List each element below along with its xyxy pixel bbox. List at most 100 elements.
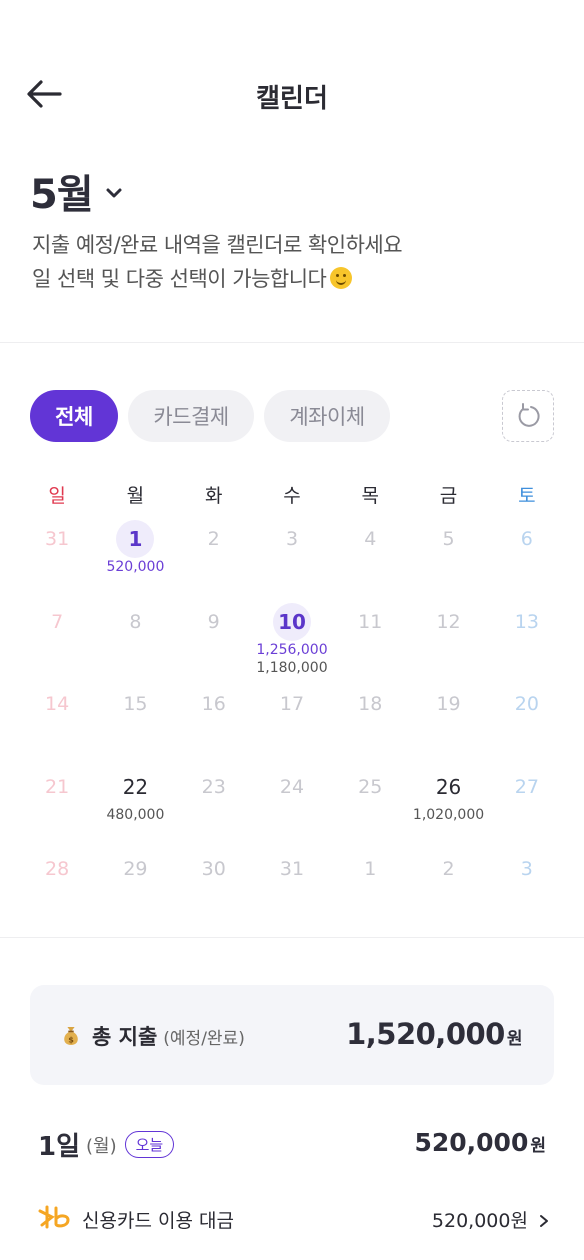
calendar-day[interactable]: 29	[96, 844, 174, 927]
item-amount-wrap: 520,000원	[432, 1206, 550, 1233]
calendar-day[interactable]: 14	[18, 679, 96, 762]
section-divider	[0, 937, 584, 938]
filter-chip-transfer[interactable]: 계좌이체	[264, 390, 390, 442]
calendar-day-amount: 1,020,000	[412, 806, 485, 823]
filter-chip-card[interactable]: 카드결제	[128, 390, 254, 442]
calendar-day[interactable]: 4	[331, 514, 409, 597]
calendar-day-amount: 520,000	[106, 559, 165, 575]
calendar-day-number: 4	[364, 528, 377, 550]
description-line-2: 일 선택 및 다중 선택이 가능합니다	[32, 267, 327, 291]
calendar-day[interactable]: 17	[253, 679, 331, 762]
weekday-label: 화	[204, 485, 223, 507]
calendar-day-number: 29	[123, 858, 148, 880]
calendar-day-number: 1	[364, 858, 377, 880]
calendar-day[interactable]: 11	[331, 597, 409, 680]
weekday-label: 월	[126, 485, 145, 507]
weekday-label: 목	[361, 485, 379, 507]
calendar-day[interactable]: 30	[175, 844, 253, 927]
calendar-day[interactable]: 12	[409, 597, 487, 680]
calendar-day[interactable]: 2	[409, 844, 487, 927]
calendar-day[interactable]: 20	[488, 679, 566, 762]
total-spending-card: $ 총 지출 (예정/완료) 1,520,000 원	[30, 985, 554, 1085]
calendar-week-row: 31 1 520,000 2 3 4 5 6	[18, 514, 566, 597]
chevron-right-icon	[540, 1215, 548, 1227]
calendar-day[interactable]: 3	[488, 844, 566, 927]
calendar-day[interactable]: 2	[175, 514, 253, 597]
calendar-day[interactable]: 24	[253, 762, 331, 845]
total-unit: 원	[506, 1029, 523, 1049]
calendar-day[interactable]: 9	[175, 597, 253, 680]
calendar-day-number: 10	[272, 602, 311, 641]
calendar-weekday-header: 일월화수목금토	[18, 478, 566, 514]
money-bag-icon: $	[64, 1027, 78, 1045]
description-line-1: 지출 예정/완료 내역을 캘린더로 확인하세요	[32, 233, 403, 257]
day-summary-unit: 원	[530, 1136, 546, 1156]
calendar: 일월화수목금토 31 1 520,000 2 3 4 5 6 7 8 9 10 1,256,000 1,1…	[18, 478, 566, 927]
calendar-day-number: 9	[207, 610, 220, 633]
calendar-day-number: 16	[201, 693, 226, 715]
calendar-day[interactable]: 26 1,020,000	[409, 762, 487, 845]
total-amount: 1,520,000	[346, 1017, 505, 1051]
weekday-label: 일	[48, 485, 66, 507]
calendar-day[interactable]: 27	[488, 762, 566, 845]
calendar-week-row: 28 29 30 31 1 2 3	[18, 844, 566, 927]
calendar-day-number: 21	[45, 775, 70, 798]
total-sub-label: (예정/완료)	[163, 1028, 245, 1049]
calendar-week-row: 14 15 16 17 18 19 20	[18, 679, 566, 762]
calendar-day[interactable]: 13	[488, 597, 566, 680]
calendar-day-number: 18	[358, 693, 383, 715]
item-amount: 520,000	[431, 1210, 511, 1232]
item-label: 신용카드 이용 대금	[82, 1210, 234, 1232]
total-label-wrap: $ 총 지출 (예정/완료)	[62, 1021, 245, 1051]
calendar-day-number: 2	[207, 528, 220, 550]
calendar-day[interactable]: 5	[409, 514, 487, 597]
calendar-day[interactable]: 10 1,256,000 1,180,000	[253, 597, 331, 680]
calendar-day[interactable]: 31	[253, 844, 331, 927]
calendar-day[interactable]: 3	[253, 514, 331, 597]
filter-chip-label: 카드결제	[153, 405, 229, 429]
calendar-day[interactable]: 1	[331, 844, 409, 927]
total-label: 총 지출	[92, 1025, 158, 1049]
month-label: 5월	[30, 172, 94, 218]
calendar-day[interactable]: 16	[175, 679, 253, 762]
calendar-day[interactable]: 18	[331, 679, 409, 762]
calendar-day[interactable]: 6	[488, 514, 566, 597]
calendar-day[interactable]: 25	[331, 762, 409, 845]
reset-button[interactable]	[502, 390, 554, 442]
calendar-day-number: 1	[116, 520, 155, 558]
calendar-day-number: 3	[285, 528, 299, 550]
day-summary-amount: 520,000	[414, 1128, 529, 1157]
chevron-down-icon	[106, 188, 122, 198]
day-summary-date-wrap: 1일 (월) 오늘	[38, 1126, 175, 1163]
smile-emoji-icon	[330, 267, 353, 289]
calendar-day-number: 13	[514, 610, 539, 633]
list-item[interactable]: 신용카드 이용 대금 520,000원	[38, 1200, 550, 1236]
calendar-day-number: 3	[520, 858, 533, 880]
calendar-day[interactable]: 22 480,000	[96, 762, 174, 845]
calendar-day[interactable]: 8	[96, 597, 174, 680]
calendar-day[interactable]: 23	[175, 762, 253, 845]
refresh-icon	[518, 403, 540, 427]
calendar-day[interactable]: 1 520,000	[96, 514, 174, 597]
description-line-2-wrap: 일 선택 및 다중 선택이 가능합니다	[32, 262, 402, 296]
calendar-day[interactable]: 19	[409, 679, 487, 762]
calendar-day-amount: 1,256,000	[256, 641, 328, 658]
calendar-day[interactable]: 28	[18, 844, 96, 927]
calendar-day[interactable]: 21	[18, 762, 96, 845]
calendar-day-number: 22	[122, 774, 149, 799]
calendar-day-number: 26	[435, 774, 462, 799]
calendar-day-number: 31	[45, 528, 70, 550]
calendar-day-amount: 1,180,000	[256, 659, 328, 676]
calendar-day[interactable]: 15	[96, 679, 174, 762]
calendar-grid: 31 1 520,000 2 3 4 5 6 7 8 9 10 1,256,000 1,180,000 11…	[18, 514, 566, 927]
filter-chip-all[interactable]: 전체	[30, 390, 118, 442]
calendar-day-number: 6	[520, 528, 533, 550]
calendar-day[interactable]: 31	[18, 514, 96, 597]
month-selector[interactable]: 5월	[30, 162, 123, 220]
weekday-label: 금	[439, 485, 458, 507]
calendar-day-number: 19	[436, 693, 461, 715]
calendar-day-number: 11	[358, 610, 383, 633]
today-badge: 오늘	[124, 1131, 175, 1158]
calendar-day[interactable]: 7	[18, 597, 96, 680]
total-amount-wrap: 1,520,000 원	[346, 1017, 522, 1051]
